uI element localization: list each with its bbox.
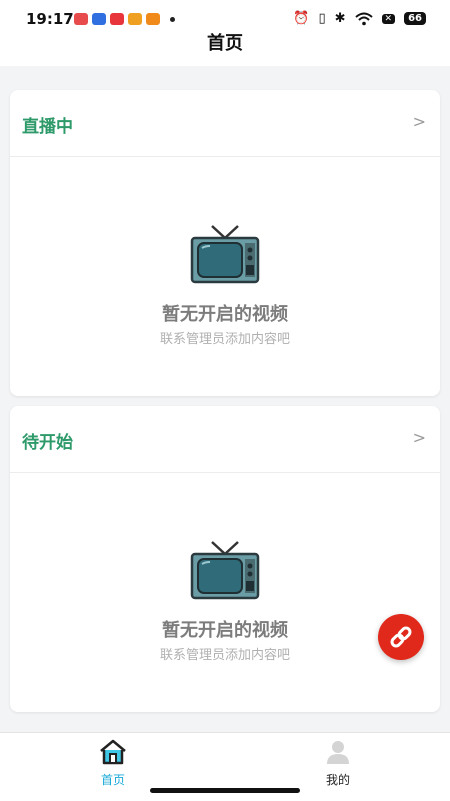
empty-title: 暂无开启的视频 — [162, 304, 288, 325]
section-header-live[interactable]: 直播中 > — [10, 90, 440, 157]
user-icon — [327, 741, 349, 764]
tab-mine[interactable]: 我的 — [298, 739, 378, 788]
app-notification-icon — [92, 13, 106, 25]
link-icon — [390, 626, 412, 648]
empty-subtitle: 联系管理员添加内容吧 — [159, 648, 290, 663]
tab-label: 首页 — [100, 773, 125, 787]
notification-icons — [74, 13, 175, 25]
chevron-right-icon[interactable]: > — [413, 112, 426, 131]
battery-indicator: 66 — [404, 12, 426, 25]
empty-state: 暂无开启的视频 联系管理员添加内容吧 — [10, 472, 440, 712]
status-time: 19:17 — [26, 10, 74, 28]
page-title: 首页 — [207, 33, 243, 54]
sim-off-icon: ✕ — [381, 13, 396, 24]
tv-icon — [190, 225, 260, 284]
section-card-upcoming: 待开始 > 暂无开启的视频 联系管理员添加内容吧 — [10, 406, 440, 712]
section-title: 待开始 — [22, 433, 73, 453]
empty-title: 暂无开启的视频 — [162, 620, 288, 641]
home-icon — [100, 739, 126, 765]
alarm-icon: ⏰ — [293, 11, 310, 26]
section-title: 直播中 — [22, 117, 73, 137]
empty-subtitle: 联系管理员添加内容吧 — [159, 332, 290, 347]
vibrate-icon: ▯ — [318, 11, 326, 26]
home-indicator[interactable] — [150, 788, 300, 793]
chevron-right-icon[interactable]: > — [413, 428, 426, 447]
section-card-live: 直播中 > 暂无开启的视频 联系管理员添加内容吧 — [10, 90, 440, 396]
more-notifications-dot — [170, 16, 175, 22]
app-notification-icon — [110, 13, 124, 25]
tv-icon — [190, 541, 260, 600]
app-notification-icon — [74, 13, 88, 25]
section-header-upcoming[interactable]: 待开始 > — [10, 406, 440, 473]
tab-label: 我的 — [325, 773, 350, 787]
link-fab-button[interactable] — [378, 614, 424, 660]
empty-state: 暂无开启的视频 联系管理员添加内容吧 — [10, 156, 440, 396]
system-icons: ⏰ ▯ ✱ ✕ 66 — [293, 11, 426, 26]
tab-home[interactable]: 首页 — [73, 739, 153, 788]
wifi-icon — [354, 12, 373, 25]
app-notification-icon — [146, 13, 160, 25]
app-notification-icon — [128, 13, 142, 25]
title-bar: 首页 — [0, 28, 450, 66]
bluetooth-icon: ✱ — [334, 11, 346, 26]
